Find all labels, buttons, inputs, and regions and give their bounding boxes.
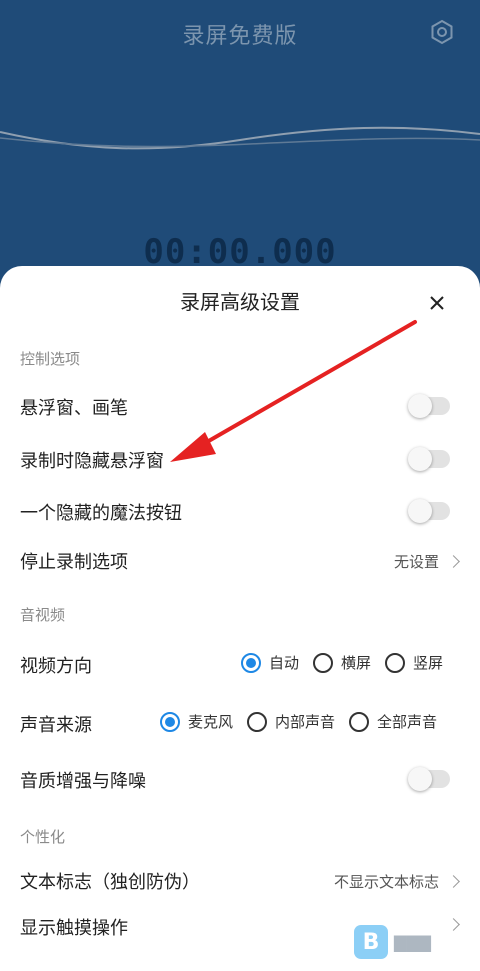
- gear-icon[interactable]: [428, 18, 456, 46]
- radio-internal-audio[interactable]: 内部声音: [247, 711, 335, 732]
- stop-options-value[interactable]: 无设置: [393, 551, 460, 572]
- radio-indicator: [349, 711, 370, 732]
- show-touches-label[interactable]: 显示触摸操作: [20, 914, 128, 940]
- radio-indicator-checked: [160, 711, 180, 732]
- hide-floating-toggle[interactable]: [408, 447, 450, 471]
- toggle-knob: [408, 447, 432, 471]
- radio-microphone-label: 麦克风: [188, 713, 234, 731]
- magic-button-toggle[interactable]: [408, 499, 450, 523]
- text-logo-value-text: 不显示文本标志: [333, 873, 439, 891]
- radio-internal-label: 内部声音: [275, 713, 336, 731]
- radio-all-label: 全部声音: [377, 713, 438, 731]
- text-logo-value[interactable]: 不显示文本标志: [333, 871, 460, 892]
- floating-pen-label: 悬浮窗、画笔: [20, 398, 128, 419]
- radio-auto-label: 自动: [269, 654, 300, 672]
- audio-source-radios: 麦克风 内部声音 全部声音: [160, 711, 437, 732]
- text-logo-label[interactable]: 文本标志（独创防伪）: [20, 868, 200, 894]
- chevron-right-icon: [447, 875, 460, 888]
- chevron-right-icon: [447, 555, 460, 568]
- video-orientation-radios: 自动 横屏 竖屏: [241, 652, 443, 673]
- audio-enhance-toggle[interactable]: [408, 767, 450, 791]
- radio-portrait[interactable]: 竖屏: [385, 652, 443, 673]
- section-av: 音视频: [20, 606, 66, 624]
- radio-auto[interactable]: 自动: [241, 652, 299, 673]
- floating-pen-toggle[interactable]: [408, 394, 450, 418]
- radio-indicator: [313, 652, 334, 673]
- radio-portrait-label: 竖屏: [413, 654, 444, 672]
- audio-source-label: 声音来源: [20, 715, 92, 736]
- stop-options-value-text: 无设置: [393, 553, 439, 571]
- radio-landscape[interactable]: 横屏: [313, 652, 371, 673]
- radio-indicator-checked: [241, 652, 261, 673]
- audio-wave-graphic: [0, 126, 480, 150]
- video-orientation-label: 视频方向: [20, 656, 92, 677]
- section-personal: 个性化: [20, 828, 66, 846]
- advanced-settings-sheet: 录屏高级设置 控制选项 悬浮窗、画笔 录制时隐藏悬浮窗 一个隐藏的魔法按钮 停止…: [0, 266, 480, 971]
- app-header: 录屏免费版 00:00.000: [0, 0, 480, 300]
- audio-enhance-label: 音质增强与降噪: [20, 771, 146, 792]
- radio-landscape-label: 横屏: [341, 654, 372, 672]
- watermark-text: ▇▇▇: [394, 932, 431, 952]
- toggle-knob: [408, 767, 432, 791]
- radio-microphone[interactable]: 麦克风: [160, 711, 233, 732]
- watermark: B ▇▇▇: [354, 922, 454, 962]
- radio-all-audio[interactable]: 全部声音: [349, 711, 437, 732]
- toggle-knob: [408, 499, 432, 523]
- sheet-title: 录屏高级设置: [180, 290, 300, 314]
- radio-indicator: [247, 711, 268, 732]
- watermark-logo: B: [354, 925, 388, 959]
- hide-floating-label: 录制时隐藏悬浮窗: [20, 451, 164, 472]
- section-control: 控制选项: [20, 350, 81, 368]
- app-title: 录屏免费版: [182, 24, 298, 49]
- stop-options-label[interactable]: 停止录制选项: [20, 548, 128, 574]
- toggle-knob: [408, 394, 432, 418]
- magic-button-label: 一个隐藏的魔法按钮: [20, 503, 182, 524]
- close-icon[interactable]: [422, 288, 452, 318]
- radio-indicator: [385, 652, 406, 673]
